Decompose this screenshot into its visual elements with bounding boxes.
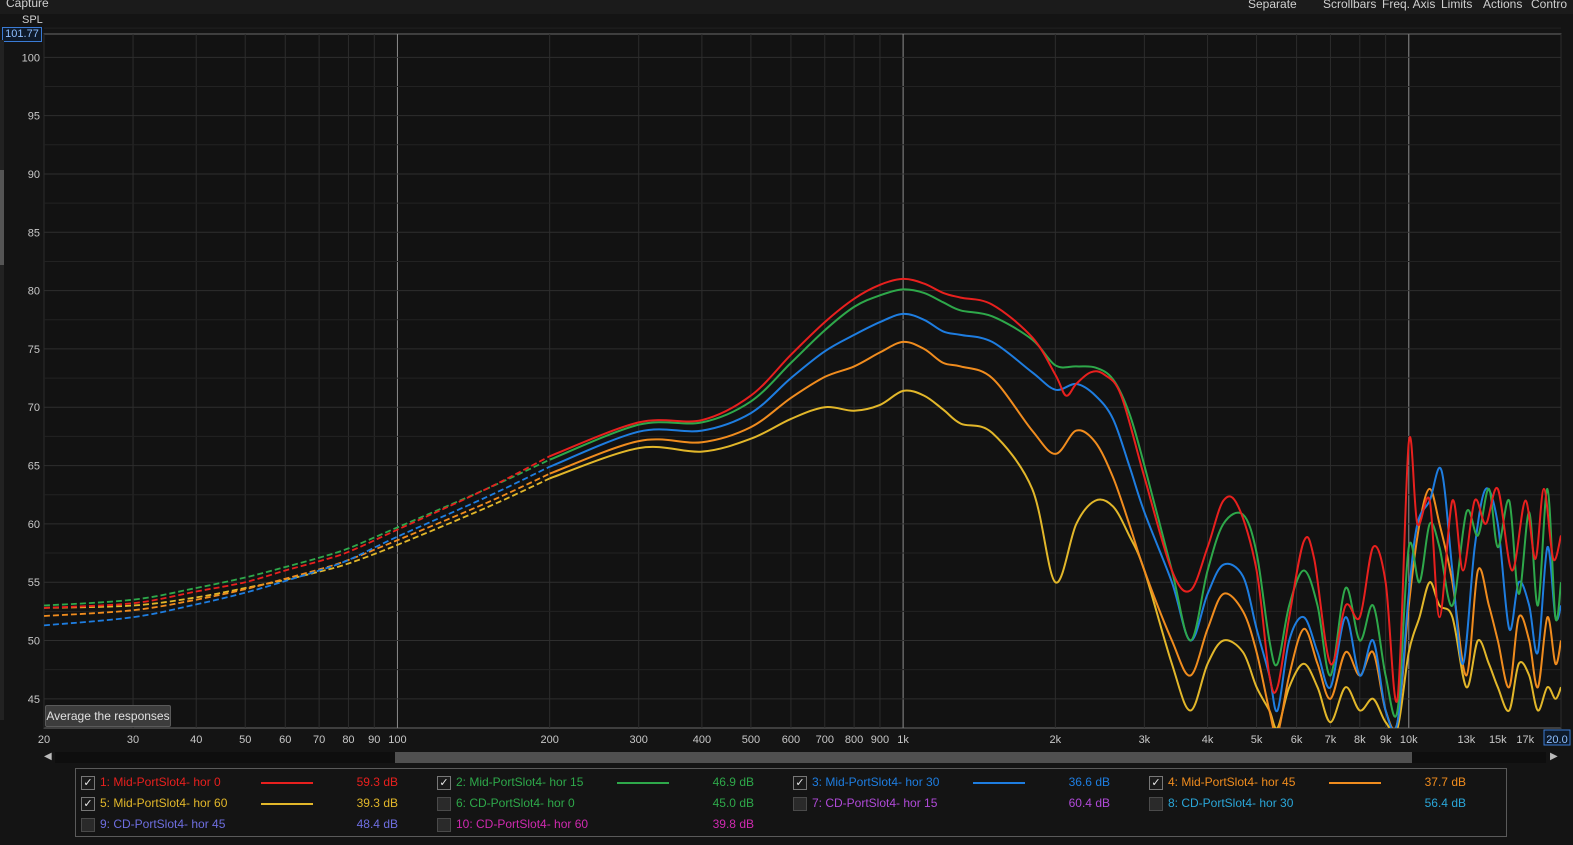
legend-item-label: 4: Mid-PortSlot4- hor 45 (1168, 775, 1296, 789)
legend-item-level: 59.3 dB (356, 775, 398, 789)
x-tick-label: 800 (845, 734, 863, 746)
legend-item-label: 6: CD-PortSlot4- hor 0 (456, 796, 575, 810)
x-tick-label: 70 (313, 734, 325, 746)
plot-area (43, 33, 1562, 729)
checkbox-checked-icon[interactable]: ✓ (81, 797, 95, 811)
x-tick-label: 700 (816, 734, 834, 746)
legend-item[interactable]: 6: CD-PortSlot4- hor 0 45.0 dB (437, 795, 777, 813)
x-tick-label: 3k (1139, 734, 1151, 746)
legend-item[interactable]: 8: CD-PortSlot4- hor 30 56.4 dB (1149, 795, 1489, 813)
x-tick-label: 400 (693, 734, 711, 746)
legend-item-level: 39.8 dB (712, 817, 754, 831)
y-tick-label: 90 (28, 169, 40, 181)
x-tick-label: 9k (1380, 734, 1392, 746)
y-tick-label: 60 (28, 519, 40, 531)
x-tick-label: 7k (1325, 734, 1337, 746)
x-tick-label: 30 (127, 734, 139, 746)
legend-item-label: 2: Mid-PortSlot4- hor 15 (456, 775, 584, 789)
legend-item-label: 10: CD-PortSlot4- hor 60 (456, 817, 589, 831)
horizontal-scrollbar[interactable] (55, 752, 1546, 763)
checkbox-checked-icon[interactable]: ✓ (793, 776, 807, 790)
x-tick-label: 60 (279, 734, 291, 746)
legend-item[interactable]: 9: CD-PortSlot4- hor 45 48.4 dB (81, 816, 421, 834)
x-tick-label: 15k (1489, 734, 1507, 746)
x-tick-label: 100 (388, 734, 406, 746)
legend-item-level: 39.3 dB (356, 796, 398, 810)
y-tick-label: 55 (28, 577, 40, 589)
y-tick-label: 75 (28, 344, 40, 356)
y-tick-label: 95 (28, 111, 40, 123)
checkbox-unchecked-icon[interactable] (793, 797, 807, 811)
scroll-right-arrow-icon[interactable]: ▶ (1550, 751, 1558, 762)
x-tick-label: 20 (38, 734, 50, 746)
x-tick-label: 50 (239, 734, 251, 746)
y-tick-label: 100 (22, 52, 40, 64)
x-tick-label: 10k (1400, 734, 1418, 746)
x-tick-label: 8k (1354, 734, 1366, 746)
average-responses-button[interactable]: Average the responses (45, 705, 171, 727)
legend-color-swatch (973, 782, 1025, 784)
x-tick-label: 600 (782, 734, 800, 746)
legend-item-label: 5: Mid-PortSlot4- hor 60 (100, 796, 228, 810)
x-tick-label: 2k (1050, 734, 1062, 746)
legend-item-label: 1: Mid-PortSlot4- hor 0 (100, 775, 221, 789)
legend-color-swatch (261, 803, 313, 805)
legend-item-label: 8: CD-PortSlot4- hor 30 (1168, 796, 1294, 810)
legend-color-swatch (261, 782, 313, 784)
checkbox-unchecked-icon[interactable] (437, 797, 451, 811)
legend-item-level: 46.9 dB (712, 775, 754, 789)
legend-item[interactable]: ✓ 5: Mid-PortSlot4- hor 60 39.3 dB (81, 795, 421, 813)
x-tick-label: 900 (871, 734, 889, 746)
legend-item-label: 3: Mid-PortSlot4- hor 30 (812, 775, 940, 789)
checkbox-checked-icon[interactable]: ✓ (437, 776, 451, 790)
y-tick-label: 65 (28, 461, 40, 473)
legend-item[interactable]: ✓ 2: Mid-PortSlot4- hor 15 46.9 dB (437, 774, 777, 792)
y-tick-label: 45 (28, 694, 40, 706)
legend-item-level: 56.4 dB (1424, 796, 1466, 810)
x-tick-label: 300 (630, 734, 648, 746)
legend-item-level: 48.4 dB (356, 817, 398, 831)
legend-item-level: 60.4 dB (1068, 796, 1110, 810)
legend-item-level: 45.0 dB (712, 796, 754, 810)
frequency-response-chart[interactable]: 100 95 90 85 80 75 70 65 60 55 50 45 20 30 40 50 60 70 80 9… (0, 0, 1573, 750)
x-tick-label: 4k (1202, 734, 1214, 746)
checkbox-checked-icon[interactable]: ✓ (81, 776, 95, 790)
legend-item[interactable]: ✓ 3: Mid-PortSlot4- hor 30 36.6 dB (793, 774, 1133, 792)
legend-item-label: 9: CD-PortSlot4- hor 45 (100, 817, 226, 831)
x-tick-label: 20.0 (1546, 734, 1567, 746)
y-tick-label: 85 (28, 227, 40, 239)
measurement-legend: ✓ 1: Mid-PortSlot4- hor 0 59.3 dB ✓ 2: Mid-P… (75, 768, 1507, 837)
x-tick-label: 1k (897, 734, 909, 746)
legend-item[interactable]: ✓ 1: Mid-PortSlot4- hor 0 59.3 dB (81, 774, 421, 792)
checkbox-checked-icon[interactable]: ✓ (1149, 776, 1163, 790)
x-tick-label: 80 (342, 734, 354, 746)
legend-item[interactable]: 7: CD-PortSlot4- hor 15 60.4 dB (793, 795, 1133, 813)
y-tick-label: 50 (28, 636, 40, 648)
x-tick-label: 13k (1458, 734, 1476, 746)
horizontal-scrollbar-thumb[interactable] (395, 752, 1412, 763)
x-tick-label: 17k (1516, 734, 1534, 746)
y-tick-label: 80 (28, 286, 40, 298)
legend-item-level: 37.7 dB (1424, 775, 1466, 789)
checkbox-unchecked-icon[interactable] (81, 818, 95, 832)
checkbox-unchecked-icon[interactable] (437, 818, 451, 832)
x-tick-label: 6k (1291, 734, 1303, 746)
legend-item-level: 36.6 dB (1068, 775, 1110, 789)
x-tick-label: 500 (742, 734, 760, 746)
x-tick-label: 5k (1251, 734, 1263, 746)
scroll-left-arrow-icon[interactable]: ◀ (44, 751, 52, 762)
legend-color-swatch (1329, 782, 1381, 784)
y-tick-label: 70 (28, 402, 40, 414)
x-tick-label: 40 (190, 734, 202, 746)
legend-item-label: 7: CD-PortSlot4- hor 15 (812, 796, 938, 810)
legend-color-swatch (617, 782, 669, 784)
legend-item[interactable]: 10: CD-PortSlot4- hor 60 39.8 dB (437, 816, 777, 834)
x-tick-label: 90 (368, 734, 380, 746)
legend-item[interactable]: ✓ 4: Mid-PortSlot4- hor 45 37.7 dB (1149, 774, 1489, 792)
x-tick-label: 200 (540, 734, 558, 746)
checkbox-unchecked-icon[interactable] (1149, 797, 1163, 811)
